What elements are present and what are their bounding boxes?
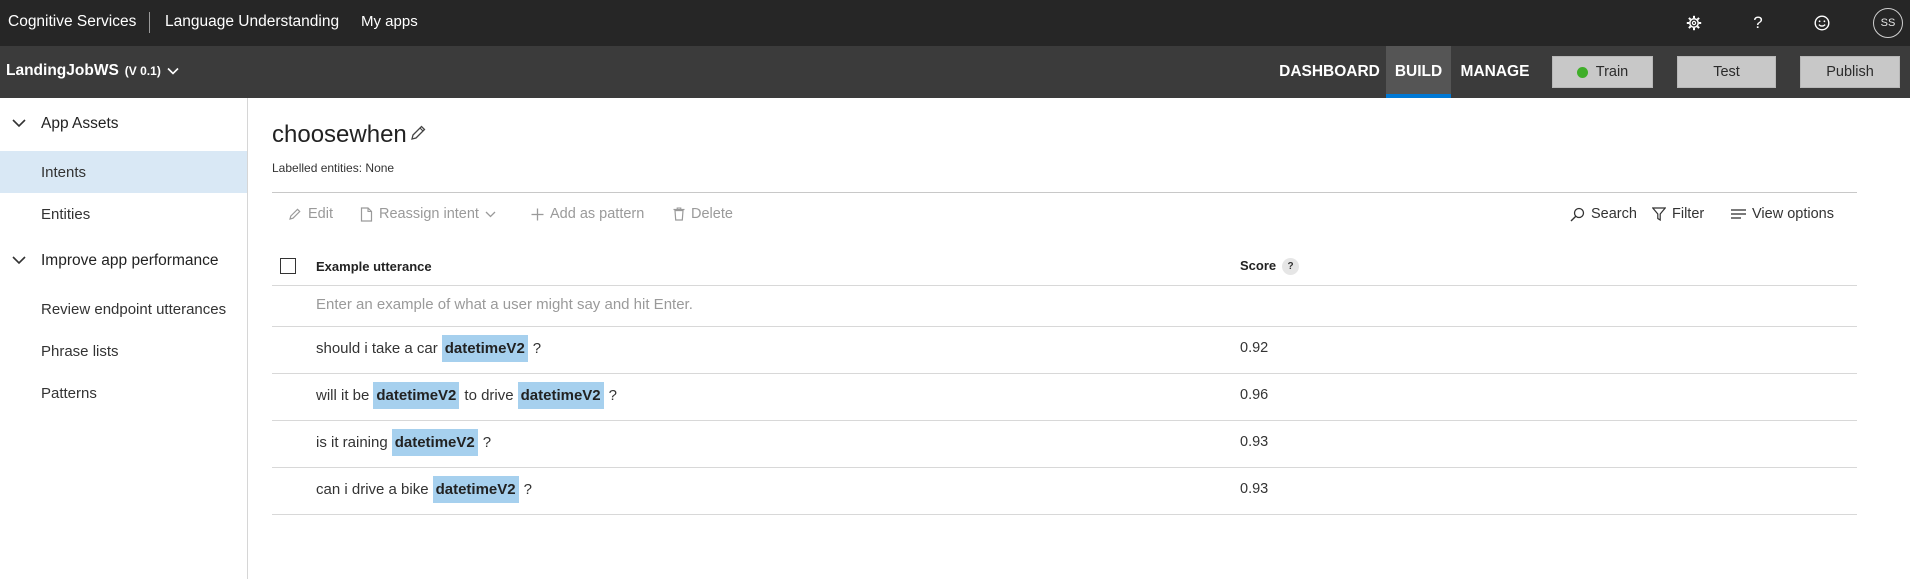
- divider: [272, 192, 1857, 193]
- select-all-checkbox[interactable]: [280, 258, 296, 274]
- divider: [272, 373, 1857, 374]
- sidebar-group-improve-app-performance[interactable]: Improve app performance: [0, 243, 247, 279]
- utterance-text: is it raining: [316, 433, 388, 451]
- pencil-icon[interactable]: [409, 124, 427, 142]
- divider: [272, 514, 1857, 515]
- chevron-down-icon: [167, 67, 179, 75]
- column-header-example-utterance[interactable]: Example utterance: [316, 259, 432, 274]
- entity-label[interactable]: datetimeV2: [441, 334, 528, 362]
- new-utterance-input[interactable]: Enter an example of what a user might sa…: [316, 296, 693, 313]
- plus-icon: [531, 208, 544, 220]
- page-title: choosewhen: [272, 121, 407, 148]
- edit-button[interactable]: Edit: [288, 204, 333, 224]
- tab-build[interactable]: BUILD: [1386, 46, 1451, 98]
- sidebar-group-app-assets[interactable]: App Assets: [0, 106, 247, 142]
- filter-button[interactable]: Filter: [1652, 204, 1704, 224]
- sidebar-item-entities[interactable]: Entities: [0, 193, 247, 235]
- feedback-smiley-icon[interactable]: [1811, 12, 1833, 34]
- chevron-down-icon: [12, 256, 26, 265]
- utterance-text: will it be: [316, 386, 370, 404]
- train-label: Train: [1595, 64, 1629, 80]
- brand-divider: [149, 12, 150, 33]
- add-as-pattern-button[interactable]: Add as pattern: [531, 204, 644, 224]
- entity-label[interactable]: datetimeV2: [432, 475, 519, 503]
- train-status-dot: [1576, 66, 1588, 78]
- utterance-text: should i take a car: [316, 339, 438, 357]
- app-bar: LandingJobWS (V 0.1) DASHBOARD BUILD MAN…: [0, 46, 1910, 98]
- delete-button[interactable]: Delete: [673, 204, 733, 224]
- app-name: LandingJobWS: [6, 62, 119, 79]
- my-apps-link[interactable]: My apps: [361, 13, 418, 30]
- filter-icon: [1652, 207, 1666, 221]
- test-button[interactable]: Test: [1677, 56, 1776, 88]
- train-button[interactable]: Train: [1552, 56, 1653, 88]
- sidebar-item-review-endpoint-utterances[interactable]: Review endpoint utterances: [0, 288, 247, 330]
- table-row[interactable]: is it raining datetimeV2?: [316, 426, 495, 458]
- score-value: 0.93: [1240, 434, 1269, 450]
- utterance-text: to drive: [464, 386, 514, 404]
- pencil-icon: [289, 208, 301, 220]
- top-bar: Cognitive Services Language Understandin…: [0, 0, 1910, 46]
- avatar[interactable]: SS: [1873, 8, 1903, 38]
- score-value: 0.92: [1240, 340, 1269, 356]
- reassign-intent-label: Reassign intent: [379, 206, 479, 222]
- sidebar-item-patterns[interactable]: Patterns: [0, 372, 247, 414]
- column-header-score[interactable]: Score: [1240, 258, 1276, 273]
- filter-label: Filter: [1672, 206, 1705, 222]
- score-value: 0.93: [1240, 481, 1269, 497]
- sidebar-group-label: Improve app performance: [41, 252, 219, 269]
- sidebar-group-label: App Assets: [41, 115, 119, 132]
- list-icon: [1731, 209, 1746, 219]
- sidebar-item-phrase-lists[interactable]: Phrase lists: [0, 330, 247, 372]
- view-options-label: View options: [1752, 206, 1834, 222]
- help-icon[interactable]: ?: [1747, 12, 1769, 34]
- table-row[interactable]: will it be datetimeV2 to drive datetimeV2?: [316, 379, 621, 411]
- publish-button[interactable]: Publish: [1800, 56, 1900, 88]
- view-options-button[interactable]: View options: [1731, 204, 1834, 224]
- tab-dashboard[interactable]: DASHBOARD: [1277, 46, 1382, 98]
- entity-label[interactable]: datetimeV2: [517, 381, 604, 409]
- chevron-down-icon: [12, 119, 26, 128]
- table-row[interactable]: can i drive a bike datetimeV2?: [316, 473, 536, 505]
- utterance-text: ?: [532, 339, 542, 357]
- help-icon[interactable]: ?: [1282, 258, 1299, 275]
- divider: [272, 467, 1857, 468]
- tab-manage[interactable]: MANAGE: [1455, 46, 1535, 98]
- gear-icon[interactable]: [1683, 12, 1705, 34]
- product-link[interactable]: Language Understanding: [165, 13, 339, 31]
- utterance-text: can i drive a bike: [316, 480, 429, 498]
- divider: [272, 326, 1857, 327]
- utterance-text: ?: [482, 433, 492, 451]
- utterance-text: ?: [523, 480, 532, 498]
- score-value: 0.96: [1240, 387, 1269, 403]
- document-icon: [360, 206, 373, 222]
- divider: [272, 420, 1857, 421]
- divider: [272, 285, 1857, 286]
- app-version: (V 0.1): [124, 64, 161, 78]
- sidebar: App Assets Intents Entities Improve app …: [0, 98, 248, 579]
- delete-label: Delete: [691, 206, 733, 222]
- reassign-intent-button[interactable]: Reassign intent: [360, 204, 496, 224]
- brand-link[interactable]: Cognitive Services: [8, 13, 136, 31]
- search-button[interactable]: Search: [1570, 204, 1637, 224]
- search-label: Search: [1591, 206, 1637, 222]
- edit-label: Edit: [308, 206, 333, 222]
- app-selector[interactable]: LandingJobWS (V 0.1): [6, 62, 179, 80]
- entity-label[interactable]: datetimeV2: [373, 381, 460, 409]
- add-as-pattern-label: Add as pattern: [550, 206, 645, 222]
- search-icon: [1570, 207, 1585, 221]
- table-row[interactable]: should i take a car datetimeV2?: [316, 332, 545, 364]
- chevron-down-icon: [485, 211, 496, 217]
- sidebar-item-intents[interactable]: Intents: [0, 151, 247, 193]
- trash-icon: [673, 207, 685, 221]
- utterance-text: ?: [608, 386, 617, 404]
- entity-label[interactable]: datetimeV2: [391, 428, 478, 456]
- labelled-entities-text: Labelled entities: None: [272, 161, 395, 175]
